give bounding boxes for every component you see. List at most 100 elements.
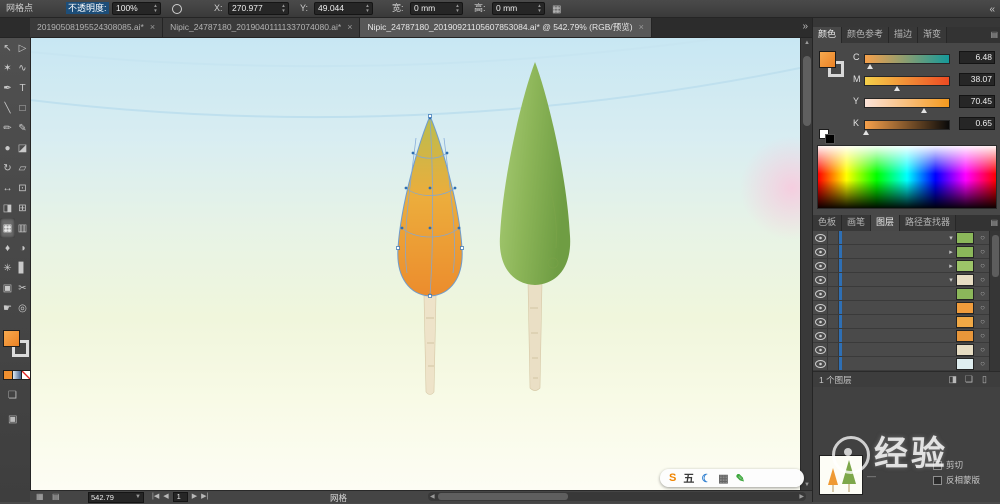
visibility-eye-icon[interactable]	[813, 245, 828, 258]
target-circle-icon[interactable]: ○	[977, 317, 988, 326]
lock-cell[interactable]	[828, 343, 839, 356]
none-mode-button[interactable]	[21, 370, 31, 380]
transform-icon[interactable]: ▦	[552, 2, 561, 18]
rotate-tool[interactable]: ↻	[0, 158, 15, 178]
close-icon[interactable]: ×	[347, 22, 352, 32]
lock-cell[interactable]	[828, 287, 839, 300]
hand-tool[interactable]: ☛	[0, 298, 15, 318]
scroll-left-icon[interactable]: ◀	[430, 493, 435, 500]
scrollbar-thumb[interactable]	[803, 56, 811, 126]
draw-mode-icon[interactable]: ❏	[8, 390, 17, 402]
y-input[interactable]: 49.044 ▲ ▼	[314, 2, 373, 15]
stepper-icon[interactable]: ▲ ▼	[364, 3, 371, 14]
type-tool[interactable]: T	[15, 78, 30, 98]
blob-brush-tool[interactable]: ●	[0, 138, 15, 158]
new-layer-button[interactable]: ❏	[965, 374, 973, 385]
document-tab[interactable]: Nipic_24787180_20190401111337074080.ai* …	[163, 17, 361, 37]
handwriting-icon[interactable]: ✎	[736, 472, 745, 485]
selection-tool[interactable]: ↖	[0, 38, 15, 58]
layer-row[interactable]: ○	[813, 301, 1000, 315]
keyboard-icon[interactable]: ▦	[718, 472, 728, 485]
target-circle-icon[interactable]: ○	[977, 345, 988, 354]
width-input[interactable]: 0 mm ▲ ▼	[410, 2, 463, 15]
visibility-eye-icon[interactable]	[813, 259, 828, 272]
layer-name-area[interactable]	[842, 343, 946, 356]
zoom-level-select[interactable]: 542.79 ▼	[88, 492, 144, 503]
tab-layers[interactable]: 图层	[871, 215, 901, 231]
tab-swatches[interactable]: 色板	[813, 215, 843, 231]
stepper-icon[interactable]: ▲ ▼	[454, 3, 461, 14]
layer-row[interactable]: ○	[813, 287, 1000, 301]
lock-cell[interactable]	[828, 301, 839, 314]
eyedropper-tool[interactable]: ♦	[0, 238, 15, 258]
target-circle-icon[interactable]: ○	[977, 289, 988, 298]
document-tab-active[interactable]: Nipic_24787180_20190921105607853084.ai* …	[360, 17, 652, 37]
slider-thumb-icon[interactable]	[893, 86, 900, 91]
layer-row[interactable]: ○	[813, 343, 1000, 357]
artboard-tool[interactable]: ▣	[0, 278, 15, 298]
layer-name-area[interactable]	[842, 357, 946, 370]
lock-cell[interactable]	[828, 259, 839, 272]
yellow-value-input[interactable]: 70.45	[959, 95, 995, 108]
sogou-logo-icon[interactable]: S	[669, 472, 676, 484]
pen-tool[interactable]: ✒	[0, 78, 15, 98]
workspace-icon[interactable]: ▤	[52, 492, 60, 501]
eraser-tool[interactable]: ◪	[15, 138, 30, 158]
first-artboard-button[interactable]: |◀	[152, 492, 159, 502]
appearance-style-icon[interactable]	[172, 4, 182, 14]
lasso-tool[interactable]: ∿	[15, 58, 30, 78]
scroll-right-icon[interactable]: ▶	[799, 493, 804, 500]
layers-scrollbar[interactable]	[989, 231, 1000, 371]
expand-triangle-icon[interactable]: ▸	[946, 248, 956, 256]
expand-triangle-icon[interactable]: ▾	[946, 234, 956, 242]
cyan-slider-track[interactable]	[864, 54, 950, 69]
tab-gradient[interactable]: 渐变	[918, 27, 948, 43]
delete-layer-button[interactable]: ▯	[982, 374, 987, 385]
layer-row[interactable]: ○	[813, 357, 1000, 371]
layer-name-area[interactable]	[842, 287, 946, 300]
scale-tool[interactable]: ▱	[15, 158, 30, 178]
lock-cell[interactable]	[828, 273, 839, 286]
visibility-eye-icon[interactable]	[813, 329, 828, 342]
close-icon[interactable]: ×	[639, 22, 644, 32]
mesh-tool[interactable]: ▦	[0, 218, 15, 238]
black-swatch[interactable]	[825, 134, 835, 144]
layer-row[interactable]: ▾ ○	[813, 231, 1000, 245]
slider-thumb-icon[interactable]	[862, 130, 869, 135]
visibility-eye-icon[interactable]	[813, 273, 828, 286]
layer-name-area[interactable]	[842, 245, 946, 258]
clip-checkbox[interactable]	[933, 460, 942, 470]
stepper-icon[interactable]: ▲ ▼	[280, 3, 287, 14]
expand-triangle-icon[interactable]: ▸	[946, 262, 956, 270]
visibility-eye-icon[interactable]	[813, 287, 828, 300]
target-circle-icon[interactable]: ○	[977, 261, 988, 270]
cyan-value-input[interactable]: 6.48	[959, 51, 995, 64]
screen-mode-icon[interactable]: ▣	[8, 414, 17, 426]
free-transform-tool[interactable]: ⊡	[15, 178, 30, 198]
document-tab[interactable]: 20190508195524308085.ai* ×	[30, 17, 164, 37]
layer-name-area[interactable]	[842, 315, 946, 328]
lock-cell[interactable]	[828, 357, 839, 370]
tab-pathfinder[interactable]: 路径查找器	[900, 215, 957, 231]
stepper-icon[interactable]: ▲ ▼	[536, 3, 543, 14]
layer-row[interactable]: ▾ ○	[813, 273, 1000, 287]
moon-icon[interactable]: ☾	[701, 472, 711, 485]
scrollbar-thumb[interactable]	[438, 493, 568, 500]
invert-mask-checkbox[interactable]	[933, 475, 942, 485]
lock-cell[interactable]	[828, 329, 839, 342]
layer-row[interactable]: ▸ ○	[813, 259, 1000, 273]
tab-brushes[interactable]: 画笔	[842, 215, 872, 231]
target-circle-icon[interactable]: ○	[977, 303, 988, 312]
shape-builder-tool[interactable]: ◨	[0, 198, 15, 218]
make-mask-button[interactable]: ◨	[948, 374, 957, 385]
target-circle-icon[interactable]: ○	[977, 359, 988, 368]
gradient-tool[interactable]: ▥	[15, 218, 30, 238]
black-slider-track[interactable]	[862, 120, 950, 135]
visibility-eye-icon[interactable]	[813, 357, 828, 370]
magic-wand-tool[interactable]: ✶	[0, 58, 15, 78]
close-icon[interactable]: ×	[150, 22, 155, 32]
visibility-eye-icon[interactable]	[813, 315, 828, 328]
fill-color-swatch[interactable]	[3, 330, 20, 347]
paintbrush-tool[interactable]: ✏	[0, 118, 15, 138]
target-circle-icon[interactable]: ○	[977, 233, 988, 242]
